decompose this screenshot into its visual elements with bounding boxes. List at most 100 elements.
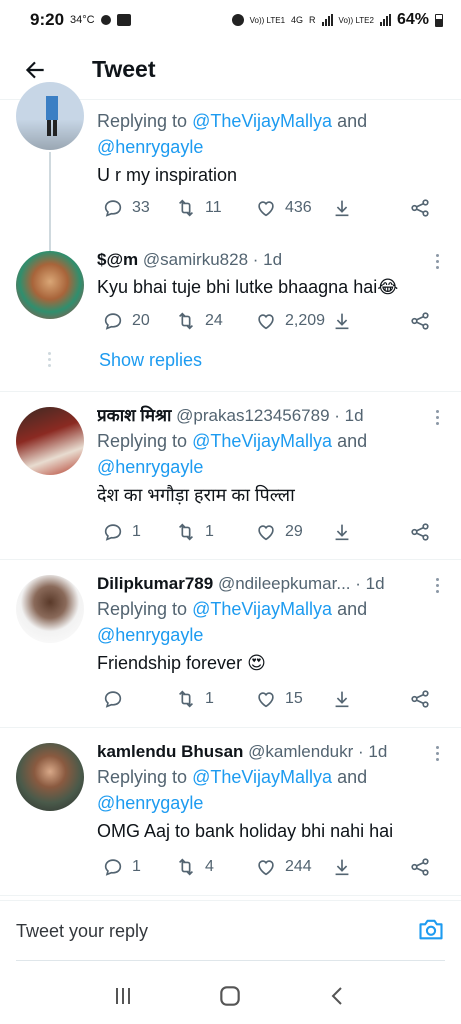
- like-button[interactable]: 244: [255, 856, 312, 878]
- status-time: 9:20: [30, 10, 65, 29]
- recent-apps-button[interactable]: [111, 984, 135, 1008]
- retweet-count: 4: [205, 858, 214, 875]
- page-title: Tweet: [92, 56, 156, 82]
- tweet-time: · 1d: [252, 250, 283, 269]
- home-button[interactable]: [217, 983, 243, 1009]
- author-handle[interactable]: @ndileepkumar...: [218, 574, 351, 593]
- save-button[interactable]: [331, 688, 353, 710]
- reply-button[interactable]: 33: [102, 197, 150, 219]
- author-name[interactable]: प्रकाश मिश्रा: [97, 406, 171, 425]
- save-button[interactable]: [331, 521, 353, 543]
- retweet-count: 24: [205, 312, 223, 329]
- reply-tweet[interactable]: $@m @samirku828 · 1d Kyu bhai tuje bhi l…: [0, 238, 461, 392]
- network-label-4: Vo)) LTE2: [338, 15, 374, 25]
- and-text: and: [332, 431, 368, 451]
- share-button[interactable]: [409, 310, 431, 332]
- mention-link[interactable]: @henrygayle: [97, 137, 203, 157]
- camera-icon: [419, 919, 443, 940]
- like-count: 15: [285, 690, 303, 707]
- like-icon: [258, 860, 274, 876]
- retweet-count: 11: [205, 199, 222, 216]
- retweet-button[interactable]: 4: [175, 856, 214, 878]
- avatar[interactable]: [16, 251, 84, 319]
- retweet-icon: [178, 199, 194, 217]
- reply-composer[interactable]: Tweet your reply: [0, 900, 461, 962]
- reply-button[interactable]: 20: [102, 310, 150, 332]
- notification-icon: [100, 15, 111, 25]
- reply-button[interactable]: 1: [102, 856, 141, 878]
- reply-tweet[interactable]: प्रकाश मिश्रा @prakas123456789 · 1d Repl…: [0, 392, 461, 560]
- retweet-icon: [178, 858, 194, 876]
- status-left: 9:20 34°C: [30, 10, 131, 30]
- mention-link[interactable]: @henrygayle: [97, 793, 203, 813]
- replying-prefix: Replying to: [97, 599, 193, 619]
- show-replies-link[interactable]: Show replies: [99, 350, 202, 371]
- share-icon: [411, 690, 429, 708]
- retweet-button[interactable]: 1: [175, 688, 214, 710]
- reply-tweet[interactable]: Dilipkumar789 @ndileepkumar... · 1d Repl…: [0, 560, 461, 728]
- save-button[interactable]: [331, 856, 353, 878]
- avatar[interactable]: [16, 575, 84, 643]
- like-icon: [258, 314, 274, 330]
- like-count: 29: [285, 523, 303, 540]
- share-button[interactable]: [409, 856, 431, 878]
- like-button[interactable]: 15: [255, 688, 303, 710]
- share-button[interactable]: [409, 521, 431, 543]
- share-button[interactable]: [409, 688, 431, 710]
- like-icon: [258, 525, 274, 541]
- back-nav-button[interactable]: [326, 984, 350, 1008]
- mention-link[interactable]: @TheVijayMallya: [192, 599, 332, 619]
- reply-count: 33: [132, 199, 150, 216]
- retweet-button[interactable]: 24: [175, 310, 223, 332]
- retweet-button[interactable]: 1: [175, 521, 214, 543]
- mention-link[interactable]: @TheVijayMallya: [192, 767, 332, 787]
- author-name[interactable]: Dilipkumar789: [97, 574, 213, 593]
- like-button[interactable]: 2,209: [255, 310, 325, 332]
- like-button[interactable]: 436: [255, 197, 312, 219]
- tweet-text: Friendship forever 😍: [97, 653, 266, 673]
- mention-link[interactable]: @henrygayle: [97, 625, 203, 645]
- avatar[interactable]: [16, 743, 84, 811]
- avatar[interactable]: [16, 407, 84, 475]
- replying-prefix: Replying to: [97, 767, 193, 787]
- author-name[interactable]: kamlendu Bhusan: [97, 742, 243, 761]
- reply-icon: [104, 691, 122, 708]
- reply-tweet[interactable]: kamlendu Bhusan @kamlendukr · 1d Replyin…: [0, 728, 461, 896]
- reply-button[interactable]: 1: [102, 521, 141, 543]
- tweet-text: देश का भगौड़ा हराम का पिल्ला: [97, 485, 295, 505]
- network-label-1: Vo)) LTE1: [249, 15, 286, 25]
- tweet-text: Kyu bhai tuje bhi lutke bhaagna hai😂: [97, 277, 399, 297]
- retweet-button[interactable]: 11: [175, 197, 222, 219]
- download-icon: [335, 691, 349, 708]
- share-button[interactable]: [409, 197, 431, 219]
- camera-button[interactable]: [417, 915, 445, 948]
- like-button[interactable]: 29: [255, 521, 303, 543]
- youtube-icon: [116, 14, 131, 26]
- mention-link[interactable]: @TheVijayMallya: [192, 111, 332, 131]
- reply-input[interactable]: Tweet your reply: [16, 921, 148, 942]
- download-icon: [335, 859, 349, 876]
- author-handle[interactable]: @prakas123456789: [176, 406, 329, 425]
- author-handle[interactable]: @kamlendukr: [248, 742, 353, 761]
- retweet-count: 1: [205, 523, 214, 540]
- signal-icon-1: [321, 14, 333, 26]
- reply-icon: [104, 313, 122, 330]
- retweet-icon: [178, 312, 194, 330]
- save-button[interactable]: [331, 197, 353, 219]
- alarm-icon: [231, 14, 244, 26]
- mention-link[interactable]: @henrygayle: [97, 457, 203, 477]
- tweet-actions: 1 15: [97, 688, 442, 718]
- retweet-count: 1: [205, 690, 214, 707]
- tweet-actions: 1 1 29: [97, 521, 442, 551]
- reply-count: 20: [132, 312, 150, 329]
- author-handle[interactable]: @samirku828: [143, 250, 248, 269]
- author-name[interactable]: $@m: [97, 250, 138, 269]
- composer-divider: [16, 960, 445, 961]
- mention-link[interactable]: @TheVijayMallya: [192, 431, 332, 451]
- avatar[interactable]: [16, 82, 84, 150]
- save-button[interactable]: [331, 310, 353, 332]
- back-nav-icon: [331, 987, 342, 1005]
- status-right: Vo)) LTE1 4G R Vo)) LTE2 64%: [231, 11, 443, 29]
- reply-button[interactable]: [102, 688, 132, 710]
- reply-tweet[interactable]: Replying to @TheVijayMallya and @henryga…: [0, 82, 461, 238]
